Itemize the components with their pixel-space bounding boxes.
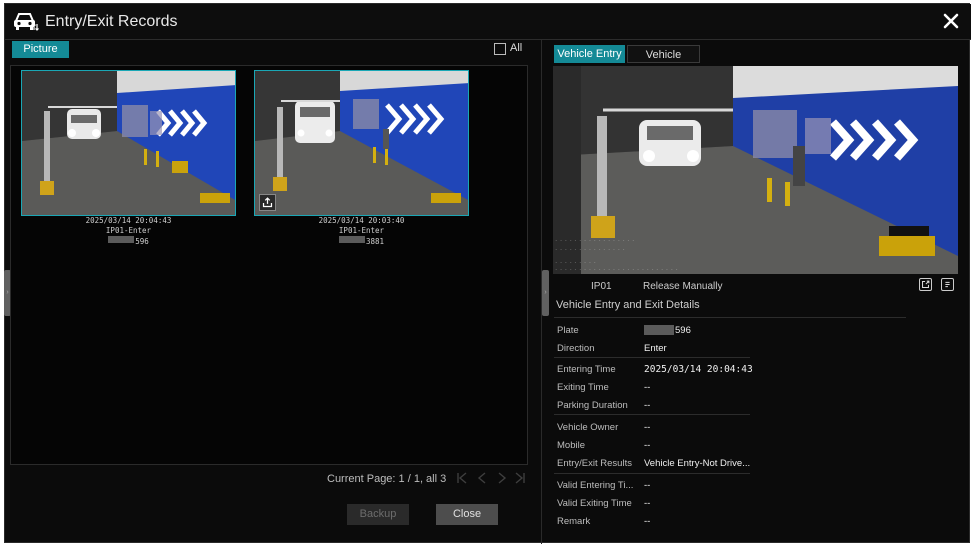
record-card[interactable]: 2025/03/14 20:03:40 IP01-Enter 3881 <box>254 70 469 247</box>
detail-label-plate: Plate <box>557 325 579 336</box>
detail-value-valid-entering-time: -- <box>644 480 651 491</box>
image-overlay-info: - - - - - - - - - - - - - - - - - <box>555 238 635 243</box>
record-time: 2025/03/14 20:03:40 <box>318 216 405 225</box>
record-card[interactable]: 2025/03/14 20:04:43 IP01-Enter 596 <box>21 70 236 247</box>
detail-label-direction: Direction <box>557 343 595 354</box>
channel-label: IP01 <box>591 281 612 292</box>
record-channel: IP01-Enter <box>338 225 385 235</box>
next-page-icon[interactable] <box>495 471 509 485</box>
document-icon[interactable] <box>941 278 954 291</box>
title-bar: Entry/Exit Records <box>5 4 971 40</box>
right-collapse-handle[interactable]: › <box>542 270 549 316</box>
detail-label-valid-entering-time: Valid Entering Ti... <box>557 480 634 491</box>
select-all-checkbox[interactable] <box>494 43 506 55</box>
parking-entrance-image <box>22 71 235 215</box>
picture-tag[interactable]: Picture <box>12 41 69 58</box>
details-title: Vehicle Entry and Exit Details <box>556 299 700 311</box>
record-grid: 2025/03/14 20:04:43 IP01-Enter 596 2025/… <box>10 65 528 465</box>
image-overlay-info: - - - - - - - - - - - - - - - - - - - - … <box>555 267 678 272</box>
detail-label-parking-duration: Parking Duration <box>557 400 628 411</box>
record-plate: 596 <box>21 235 236 247</box>
detail-value-plate: 596 <box>644 325 691 336</box>
record-plate-suffix: 596 <box>135 237 149 246</box>
last-page-icon[interactable] <box>513 471 527 485</box>
detail-label-valid-exiting-time: Valid Exiting Time <box>557 498 632 509</box>
parking-barrier-car-icon <box>14 13 39 31</box>
record-channel: IP01-Enter <box>105 225 152 235</box>
detail-value-parking-duration: -- <box>644 400 651 411</box>
close-button[interactable]: Close <box>436 504 498 525</box>
image-overlay-info: - - - - - - - - - - - - - - - <box>555 247 625 252</box>
detail-label-vehicle-owner: Vehicle Owner <box>557 422 619 433</box>
detail-value-valid-exiting-time: -- <box>644 498 651 509</box>
window-title: Entry/Exit Records <box>45 13 178 30</box>
release-status: Release Manually <box>643 281 723 292</box>
detail-separator <box>554 414 750 415</box>
backup-button[interactable]: Backup <box>347 504 409 525</box>
detail-value-mobile: -- <box>644 440 651 451</box>
parking-entrance-image <box>255 71 468 215</box>
tab-vehicle-exiting[interactable]: Vehicle Exiting <box>627 45 700 79</box>
detail-label-remark: Remark <box>557 516 591 527</box>
image-overlay-info: - - - - - - - - - <box>555 260 596 265</box>
prev-page-icon[interactable] <box>475 471 489 485</box>
snapshot-preview[interactable]: - - - - - - - - - - - - - - - - - - - - … <box>553 66 958 274</box>
plate-suffix: 596 <box>675 325 691 336</box>
export-icon[interactable] <box>919 278 932 291</box>
record-time: 2025/03/14 20:04:43 <box>85 216 172 225</box>
tab-vehicle-entry[interactable]: Vehicle Entry <box>554 45 625 63</box>
detail-label-exiting-time: Exiting Time <box>557 382 609 393</box>
record-plate: 3881 <box>254 235 469 247</box>
export-icon[interactable] <box>259 194 276 211</box>
first-page-icon[interactable] <box>455 471 469 485</box>
plate-mask <box>338 236 365 244</box>
select-all-label: All <box>510 42 523 54</box>
detail-separator <box>554 473 750 474</box>
detail-value-entering-time: 2025/03/14 20:04:43 <box>644 364 753 375</box>
records-pane: Picture All 2025/03/14 20:04:43 IP01-Ent… <box>10 40 528 537</box>
detail-value-direction: Enter <box>644 343 667 354</box>
detail-label-entry-exit-results: Entry/Exit Results <box>557 458 632 469</box>
detail-label-mobile: Mobile <box>557 440 585 451</box>
close-icon[interactable] <box>939 9 963 33</box>
detail-value-entry-exit-results: Vehicle Entry-Not Drive... <box>644 458 751 469</box>
detail-label-entering-time: Entering Time <box>557 364 616 375</box>
details-divider <box>554 317 906 318</box>
detail-value-exiting-time: -- <box>644 382 651 393</box>
page-indicator: Current Page: 1 / 1, all 3 <box>327 473 447 485</box>
detail-separator <box>554 357 750 358</box>
plate-mask <box>644 325 674 336</box>
record-thumbnail[interactable] <box>21 70 236 216</box>
record-thumbnail[interactable] <box>254 70 469 216</box>
plate-mask <box>108 236 135 244</box>
detail-value-remark: -- <box>644 516 651 527</box>
detail-value-vehicle-owner: -- <box>644 422 651 433</box>
record-plate-suffix: 3881 <box>365 237 385 246</box>
